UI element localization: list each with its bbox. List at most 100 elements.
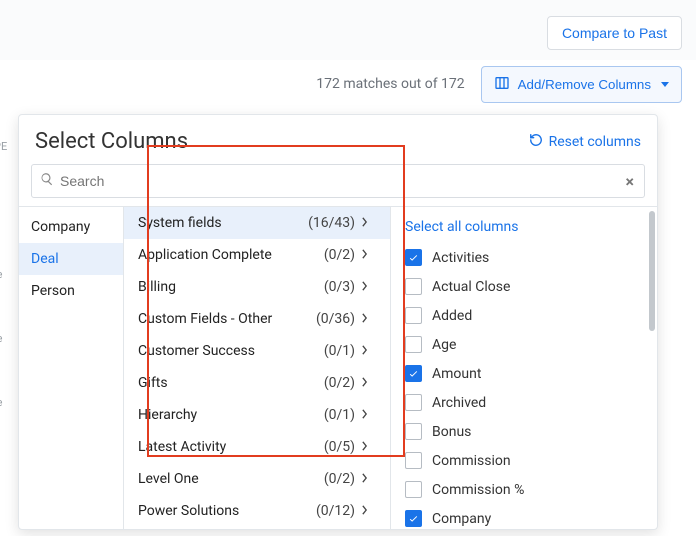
checkbox-icon[interactable] bbox=[405, 481, 422, 498]
chevron-right-icon bbox=[361, 343, 368, 359]
checkbox-checked-icon[interactable] bbox=[405, 510, 422, 527]
column-checkbox-row[interactable]: Amount bbox=[399, 359, 649, 388]
checkbox-icon[interactable] bbox=[405, 307, 422, 324]
column-label: Activities bbox=[432, 250, 489, 266]
entity-tab-company[interactable]: Company bbox=[19, 211, 123, 243]
checkbox-icon[interactable] bbox=[405, 394, 422, 411]
entity-tab-deal[interactable]: Deal bbox=[19, 243, 123, 275]
checkbox-checked-icon[interactable] bbox=[405, 249, 422, 266]
group-count: (0/2) bbox=[324, 247, 355, 263]
column-checkbox-row[interactable]: Age bbox=[399, 330, 649, 359]
top-bar: Compare to Past bbox=[0, 0, 696, 61]
chevron-right-icon bbox=[361, 311, 368, 327]
chevron-right-icon bbox=[361, 471, 368, 487]
column-label: Archived bbox=[432, 395, 486, 411]
select-all-columns-button[interactable]: Select all columns bbox=[399, 211, 649, 243]
column-checkbox-row[interactable]: Activities bbox=[399, 243, 649, 272]
search-icon bbox=[40, 172, 54, 190]
group-label: Gifts bbox=[138, 375, 324, 391]
column-checkbox-list: Select all columns Activities Actual Clos… bbox=[391, 207, 657, 529]
sub-bar: 172 matches out of 172 Add/Remove Column… bbox=[0, 60, 696, 108]
group-count: (16/43) bbox=[308, 215, 355, 231]
group-row[interactable]: Gifts(0/2) bbox=[124, 367, 390, 399]
group-count: (0/2) bbox=[324, 375, 355, 391]
group-label: Application Complete bbox=[138, 247, 324, 263]
entity-tab-person[interactable]: Person bbox=[19, 275, 123, 307]
group-row[interactable]: System fields(16/43) bbox=[124, 207, 390, 239]
group-count: (0/5) bbox=[324, 439, 355, 455]
column-label: Commission bbox=[432, 453, 511, 469]
add-remove-columns-label: Add/Remove Columns bbox=[518, 77, 651, 92]
group-count: (0/2) bbox=[324, 471, 355, 487]
chevron-right-icon bbox=[361, 215, 368, 231]
group-count: (0/1) bbox=[324, 343, 355, 359]
group-label: Billing bbox=[138, 279, 324, 295]
undo-icon bbox=[529, 133, 543, 151]
search-input-wrap[interactable]: × bbox=[31, 164, 645, 198]
group-list: System fields(16/43)Application Complete… bbox=[124, 207, 391, 529]
column-label: Commission % bbox=[432, 482, 524, 498]
bg-hint: le bbox=[0, 268, 20, 288]
group-count: (0/3) bbox=[324, 279, 355, 295]
group-row[interactable]: Latest Activity(0/5) bbox=[124, 431, 390, 463]
chevron-right-icon bbox=[361, 247, 368, 263]
column-checkbox-row[interactable]: Archived bbox=[399, 388, 649, 417]
chevron-right-icon bbox=[361, 407, 368, 423]
chevron-right-icon bbox=[361, 503, 368, 519]
column-label: Age bbox=[432, 337, 456, 353]
close-icon[interactable]: × bbox=[624, 172, 637, 191]
group-count: (0/36) bbox=[316, 311, 355, 327]
reset-columns-label: Reset columns bbox=[549, 134, 641, 150]
checkbox-icon[interactable] bbox=[405, 278, 422, 295]
columns-icon bbox=[494, 75, 510, 94]
column-checkbox-row[interactable]: Actual Close bbox=[399, 272, 649, 301]
reset-columns-button[interactable]: Reset columns bbox=[529, 133, 641, 151]
group-row[interactable]: Custom Fields - Other(0/36) bbox=[124, 303, 390, 335]
search-input[interactable] bbox=[54, 171, 624, 191]
group-label: Custom Fields - Other bbox=[138, 311, 316, 327]
column-label: Amount bbox=[432, 366, 481, 382]
column-checkbox-row[interactable]: Added bbox=[399, 301, 649, 330]
column-checkbox-row[interactable]: Bonus bbox=[399, 417, 649, 446]
column-checkbox-row[interactable]: Commission bbox=[399, 446, 649, 475]
checkbox-icon[interactable] bbox=[405, 423, 422, 440]
match-count-text: 172 matches out of 172 bbox=[316, 76, 464, 92]
bg-hint: PE bbox=[0, 140, 20, 160]
column-label: Added bbox=[432, 308, 472, 324]
chevron-right-icon bbox=[361, 439, 368, 455]
popup-body: CompanyDealPerson System fields(16/43)Ap… bbox=[19, 206, 657, 529]
column-label: Bonus bbox=[432, 424, 471, 440]
popup-title: Select Columns bbox=[35, 129, 188, 154]
bg-hint: le bbox=[0, 332, 20, 352]
group-row[interactable]: Customer Success(0/1) bbox=[124, 335, 390, 367]
column-checkbox-row[interactable]: Commission % bbox=[399, 475, 649, 504]
group-row[interactable]: Application Complete(0/2) bbox=[124, 239, 390, 271]
group-count: (0/12) bbox=[316, 503, 355, 519]
add-remove-columns-button[interactable]: Add/Remove Columns bbox=[481, 66, 682, 103]
chevron-down-icon bbox=[661, 82, 669, 87]
checkbox-checked-icon[interactable] bbox=[405, 365, 422, 382]
group-count: (0/1) bbox=[324, 407, 355, 423]
checkbox-icon[interactable] bbox=[405, 336, 422, 353]
group-label: Hierarchy bbox=[138, 407, 324, 423]
compare-to-past-button[interactable]: Compare to Past bbox=[547, 16, 682, 50]
group-label: Level One bbox=[138, 471, 324, 487]
checkbox-icon[interactable] bbox=[405, 452, 422, 469]
entity-list: CompanyDealPerson bbox=[19, 207, 124, 529]
group-label: Customer Success bbox=[138, 343, 324, 359]
bg-hint: le bbox=[0, 396, 20, 416]
group-row[interactable]: Hierarchy(0/1) bbox=[124, 399, 390, 431]
group-row[interactable]: Pre Production(0/1) bbox=[124, 527, 390, 529]
column-label: Company bbox=[432, 511, 491, 527]
chevron-right-icon bbox=[361, 375, 368, 391]
group-label: System fields bbox=[138, 215, 308, 231]
column-checkbox-row[interactable]: Company bbox=[399, 504, 649, 529]
group-label: Power Solutions bbox=[138, 503, 316, 519]
chevron-right-icon bbox=[361, 279, 368, 295]
select-columns-popup: Select Columns Reset columns × CompanyDe… bbox=[18, 114, 658, 530]
group-row[interactable]: Billing(0/3) bbox=[124, 271, 390, 303]
column-label: Actual Close bbox=[432, 279, 510, 295]
group-row[interactable]: Power Solutions(0/12) bbox=[124, 495, 390, 527]
group-row[interactable]: Level One(0/2) bbox=[124, 463, 390, 495]
scrollbar-thumb[interactable] bbox=[649, 211, 655, 331]
